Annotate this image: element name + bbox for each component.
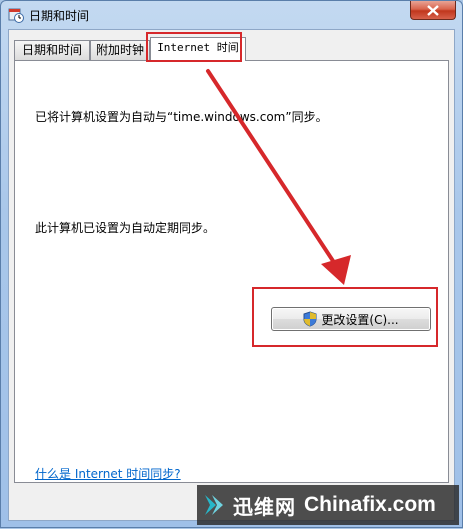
watermark-site: Chinafix.com: [304, 493, 436, 516]
dialog-client-area: 日期和时间 附加时钟 Internet 时间 已将计算机设置为自动与“time.…: [8, 29, 455, 521]
shield-icon: [303, 311, 317, 327]
watermark-banner: 迅维网 Chinafix.com: [197, 485, 459, 525]
auto-sync-text: 此计算机已设置为自动定期同步。: [35, 221, 216, 235]
tab-additional-clocks[interactable]: 附加时钟: [90, 40, 150, 60]
window-title: 日期和时间: [29, 9, 90, 23]
sync-status-text: 已将计算机设置为自动与“time.windows.com”同步。: [35, 110, 328, 124]
tab-label: 日期和时间: [21, 43, 82, 57]
change-settings-label: 更改设置(C)...: [321, 312, 399, 327]
title-bar[interactable]: 日期和时间: [1, 1, 462, 29]
tab-label: Internet 时间: [157, 41, 239, 54]
tab-internet-time[interactable]: Internet 时间: [150, 37, 246, 61]
tab-label: 附加时钟: [95, 43, 144, 57]
help-link[interactable]: 什么是 Internet 时间同步?: [35, 465, 181, 482]
dialog-window: 日期和时间 日期和时间 附加时钟 Internet 时间 已将计算机设置为自动与…: [0, 0, 463, 528]
tab-panel-internet-time: 已将计算机设置为自动与“time.windows.com”同步。 此计算机已设置…: [14, 60, 449, 483]
close-icon: [427, 4, 439, 16]
tab-date-time[interactable]: 日期和时间: [14, 40, 90, 60]
close-button[interactable]: [410, 1, 456, 20]
watermark-brand: 迅维网: [233, 494, 296, 519]
change-settings-button[interactable]: 更改设置(C)...: [271, 307, 431, 331]
clock-icon: [8, 8, 24, 23]
watermark-logo-icon: [205, 495, 223, 515]
